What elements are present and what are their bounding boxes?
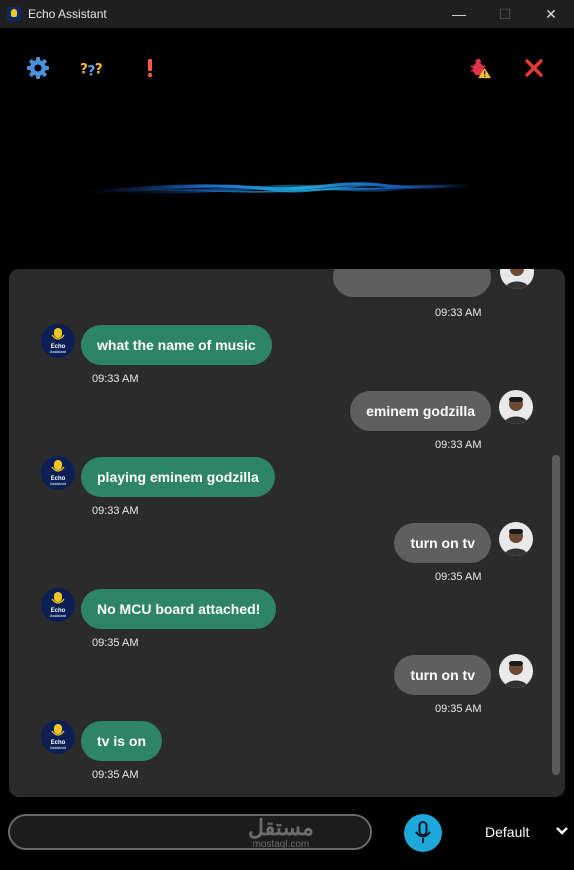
watermark-arabic: مستقل xyxy=(248,815,314,840)
chat-panel[interactable]: 09:33 AM Echo Assistant what the name of… xyxy=(9,269,565,797)
voice-select[interactable]: Default xyxy=(485,824,529,840)
user-avatar xyxy=(500,269,534,289)
user-message-bubble: turn on tv xyxy=(394,523,491,563)
message-time: 09:33 AM xyxy=(435,439,482,451)
bot-avatar: Echo Assistant xyxy=(41,324,75,358)
message-time: 09:35 AM xyxy=(435,571,482,583)
message-time: 09:33 AM xyxy=(92,505,139,517)
user-avatar xyxy=(499,522,533,556)
close-window-button[interactable]: ✕ xyxy=(528,0,574,28)
bot-message-bubble: playing eminem godzilla xyxy=(81,457,275,497)
watermark: مستقل mostaql.com xyxy=(248,816,314,850)
bot-avatar-sublabel: Assistant xyxy=(50,349,67,354)
help-icon[interactable]: ? ? ? xyxy=(80,56,104,80)
close-icon[interactable] xyxy=(522,56,546,80)
bot-avatar-sublabel: Assistant xyxy=(50,481,67,486)
maximize-button[interactable]: ☐ xyxy=(482,0,528,28)
message-input[interactable] xyxy=(8,814,372,850)
chat-scrollbar[interactable] xyxy=(552,455,560,775)
bot-message-bubble: No MCU board attached! xyxy=(81,589,277,629)
app-logo-icon xyxy=(7,7,21,21)
bot-message-bubble: what the name of music xyxy=(81,325,272,365)
svg-text:?: ? xyxy=(95,62,103,78)
bot-message-bubble: tv is on xyxy=(81,721,163,761)
bot-avatar-sublabel: Assistant xyxy=(50,613,67,618)
bot-avatar: Echo Assistant xyxy=(41,720,75,754)
message-time: 09:35 AM xyxy=(92,769,139,781)
voice-wave-visual xyxy=(84,182,476,194)
message-time: 09:35 AM xyxy=(435,703,482,715)
title-bar: Echo Assistant — ☐ ✕ xyxy=(0,0,574,28)
window-title: Echo Assistant xyxy=(28,7,107,21)
watermark-latin: mostaql.com xyxy=(252,839,310,850)
user-message-bubble xyxy=(333,269,491,297)
user-message-bubble: turn on tv xyxy=(394,655,491,695)
alert-icon[interactable] xyxy=(138,56,162,80)
minimize-button[interactable]: — xyxy=(436,0,482,28)
bug-report-icon[interactable] xyxy=(468,56,492,80)
message-time: 09:33 AM xyxy=(92,373,139,385)
window-controls: — ☐ ✕ xyxy=(436,0,574,28)
message-time: 09:33 AM xyxy=(435,307,482,319)
user-message-bubble: eminem godzilla xyxy=(350,391,491,431)
bot-avatar: Echo Assistant xyxy=(41,588,75,622)
user-avatar xyxy=(499,390,533,424)
microphone-button[interactable] xyxy=(404,814,442,852)
settings-gear-icon[interactable] xyxy=(26,56,50,80)
message-time: 09:35 AM xyxy=(92,637,139,649)
bot-avatar-sublabel: Assistant xyxy=(50,745,67,750)
microphone-icon xyxy=(415,821,431,843)
scrollbar-thumb[interactable] xyxy=(552,455,560,775)
user-avatar xyxy=(499,654,533,688)
bot-avatar: Echo Assistant xyxy=(41,456,75,490)
chevron-down-icon[interactable] xyxy=(555,826,569,836)
